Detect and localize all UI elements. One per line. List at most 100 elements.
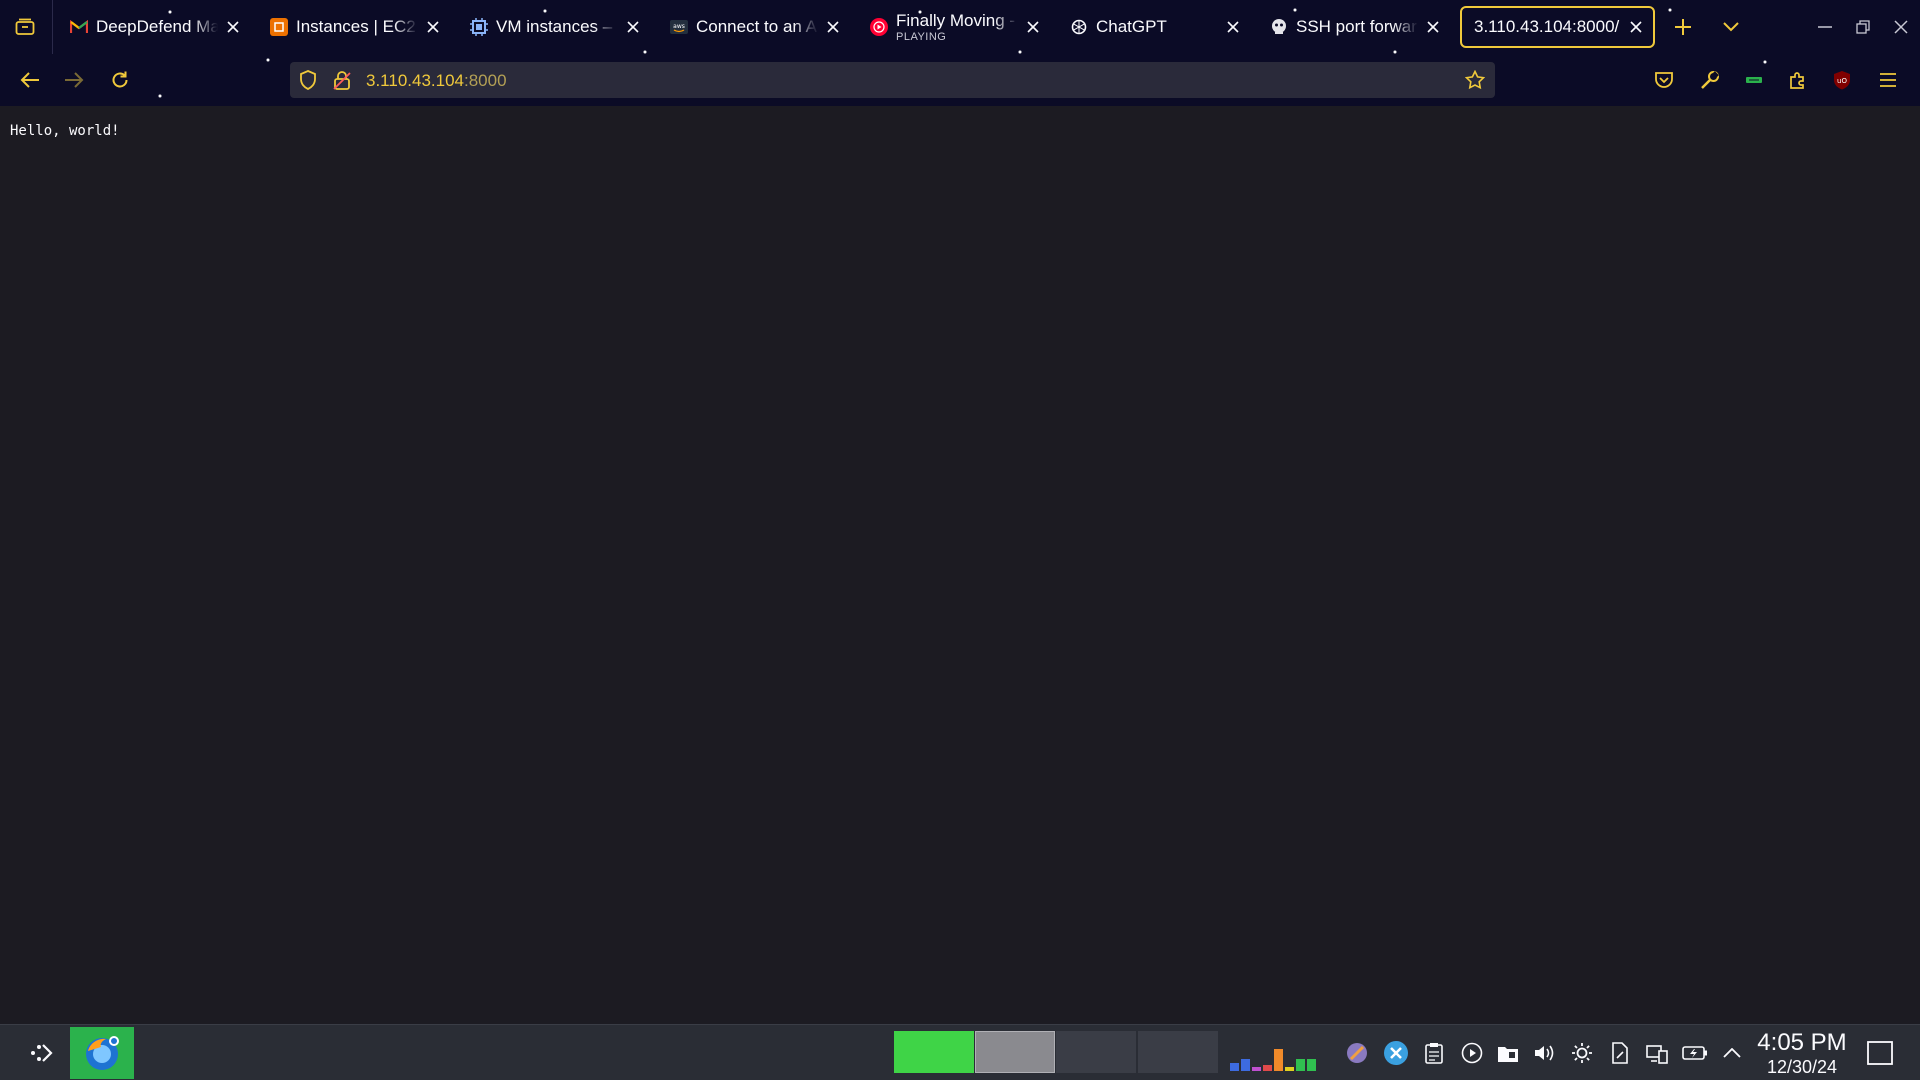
show-desktop-icon (1867, 1041, 1893, 1065)
close-window-button[interactable] (1884, 12, 1918, 42)
tab-chatgpt[interactable]: ChatGPT (1058, 6, 1250, 48)
chevron-down-icon (1723, 22, 1739, 32)
firefox-view-button[interactable] (10, 12, 40, 42)
battery-charging-icon (1682, 1046, 1707, 1060)
brightness-icon (1572, 1043, 1592, 1063)
taskbar-firefox-task[interactable] (70, 1027, 134, 1079)
list-all-tabs-button[interactable] (1716, 12, 1746, 42)
play-circle-icon (1461, 1042, 1483, 1064)
tray-disks[interactable] (1494, 1039, 1522, 1067)
tab-gmail[interactable]: DeepDefend Ma (58, 6, 250, 48)
back-button[interactable] (14, 64, 46, 96)
xmind-icon (1384, 1041, 1408, 1065)
close-tab-icon[interactable] (1424, 18, 1442, 36)
tray-expand-button[interactable] (1718, 1039, 1746, 1067)
url-host: 3.110.43.104 (366, 71, 464, 90)
app-menu-button[interactable] (1872, 64, 1904, 96)
close-tab-icon[interactable] (1224, 18, 1242, 36)
forward-button[interactable] (58, 64, 90, 96)
tab-strip: DeepDefend Ma Instances | EC2 VM instanc… (0, 0, 1920, 54)
close-tab-icon[interactable] (1024, 18, 1042, 36)
virtual-desktop-3[interactable] (1056, 1031, 1136, 1073)
tab-finally-moving[interactable]: Finally Moving - PLAYING (858, 6, 1050, 48)
tab-title: Connect to an A (696, 17, 817, 36)
pocket-button[interactable] (1648, 64, 1680, 96)
close-tab-icon[interactable] (624, 18, 642, 36)
tab-title: Finally Moving - (896, 11, 1016, 30)
tray-battery[interactable] (1681, 1039, 1709, 1067)
firefox-view-icon (15, 18, 35, 35)
youtube-music-icon (870, 18, 888, 36)
tab-connect-aws[interactable]: aws Connect to an A (658, 6, 850, 48)
close-tab-icon[interactable] (824, 18, 842, 36)
tray-brightness[interactable] (1568, 1039, 1596, 1067)
minimize-icon (1818, 26, 1832, 28)
tab-playing-label: PLAYING (896, 31, 947, 43)
close-icon (1894, 20, 1908, 34)
close-tab-icon[interactable] (1627, 18, 1645, 36)
tray-color-picker[interactable] (1343, 1039, 1371, 1067)
tab-title: SSH port forwar (1296, 17, 1417, 36)
tray-clipboard[interactable] (1420, 1039, 1448, 1067)
page-body-text: Hello, world! (10, 123, 120, 139)
back-arrow-icon (20, 72, 39, 88)
extension-button-green[interactable] (1738, 64, 1770, 96)
ublock-origin-button[interactable]: uO (1826, 64, 1858, 96)
virtual-desktop-4[interactable] (1138, 1031, 1218, 1073)
tab-ssh-port-forwarding[interactable]: SSH port forwar (1258, 6, 1450, 48)
close-tab-icon[interactable] (224, 18, 242, 36)
navigation-toolbar: 3.110.43.104:8000 uO (0, 54, 1920, 106)
tracking-protection-shield-icon[interactable] (298, 70, 318, 90)
insecure-lock-icon[interactable] (332, 70, 352, 90)
svg-text:aws: aws (673, 23, 685, 30)
volume-icon (1535, 1045, 1554, 1061)
tray-media-player[interactable] (1458, 1039, 1486, 1067)
tab-ec2-instances[interactable]: Instances | EC2 (258, 6, 450, 48)
document-icon (1612, 1042, 1628, 1064)
tab-strip-divider (52, 0, 53, 54)
chatgpt-icon (1070, 18, 1088, 36)
tab-vm-instances[interactable]: VM instances – C (458, 6, 650, 48)
address-bar[interactable]: 3.110.43.104:8000 (290, 62, 1495, 98)
reload-button[interactable] (104, 64, 136, 96)
gcp-compute-icon (470, 18, 488, 36)
system-monitor-graph[interactable] (1228, 1035, 1328, 1071)
aws-icon: aws (670, 18, 688, 36)
url-text[interactable]: 3.110.43.104:8000 (366, 71, 507, 91)
tab-title: 3.110.43.104:8000/ (1474, 17, 1620, 36)
tray-notes[interactable] (1606, 1039, 1634, 1067)
virtual-desktop-2[interactable] (975, 1031, 1055, 1073)
restore-button[interactable] (1846, 12, 1880, 42)
virtual-desktop-1[interactable] (894, 1031, 974, 1073)
launcher-icon (31, 1044, 53, 1062)
tab-title: DeepDefend Ma (96, 17, 218, 36)
tray-volume[interactable] (1530, 1039, 1558, 1067)
aws-ec2-icon (270, 18, 288, 36)
close-tab-icon[interactable] (424, 18, 442, 36)
chevron-up-icon (1723, 1048, 1741, 1058)
digital-clock[interactable]: 4:05 PM 12/30/24 (1752, 1029, 1852, 1077)
folder-icon (1498, 1047, 1518, 1062)
svg-text:uO: uO (1837, 77, 1847, 85)
tray-kde-connect[interactable] (1643, 1039, 1671, 1067)
puzzle-piece-icon (1790, 72, 1804, 89)
clipboard-icon (1425, 1043, 1443, 1064)
page-content: Hello, world! (0, 106, 1920, 1024)
clock-time: 4:05 PM (1757, 1029, 1847, 1056)
forward-arrow-icon (65, 72, 84, 88)
show-desktop-button[interactable] (1865, 1039, 1895, 1067)
hamburger-menu-icon (1880, 73, 1896, 87)
new-tab-button[interactable] (1668, 12, 1698, 42)
tab-active-localhost[interactable]: 3.110.43.104:8000/ (1460, 6, 1655, 48)
pocket-icon (1655, 72, 1673, 88)
application-launcher[interactable] (24, 1037, 60, 1069)
bookmark-star-icon[interactable] (1465, 70, 1485, 90)
developer-tools-button[interactable] (1694, 64, 1726, 96)
minimize-button[interactable] (1808, 12, 1842, 42)
devices-icon (1646, 1045, 1668, 1064)
taskbar: 4:05 PM 12/30/24 (0, 1024, 1920, 1080)
extensions-button[interactable] (1782, 64, 1814, 96)
ublock-icon: uO (1834, 71, 1850, 90)
tray-app-blue[interactable] (1382, 1039, 1410, 1067)
tab-title: ChatGPT (1096, 17, 1167, 36)
